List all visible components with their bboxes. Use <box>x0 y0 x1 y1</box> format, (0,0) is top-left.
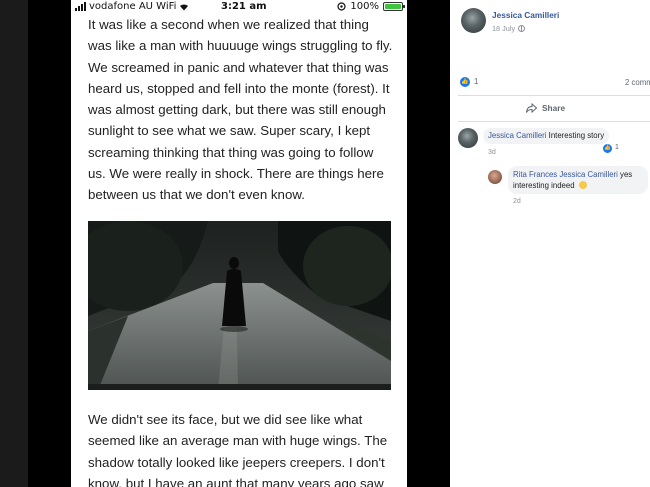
comment-author-link[interactable]: Jessica Camilleri <box>488 131 547 140</box>
comment-text: Interesting story <box>548 131 605 140</box>
mention-link[interactable]: Jessica Camilleri <box>559 170 618 179</box>
viewer-left-edge <box>0 0 28 487</box>
post-date-label: 18 July <box>492 24 516 33</box>
avatar[interactable] <box>461 8 486 33</box>
comment-reaction-count[interactable]: 1 <box>615 144 619 151</box>
comment-bubble: Jessica Camilleri Interesting story <box>483 128 610 144</box>
emoji-icon <box>578 181 587 189</box>
story-paragraph: It was like a second when we realized th… <box>88 17 393 203</box>
status-time: 3:21 am <box>221 1 267 12</box>
story-photo <box>88 221 391 390</box>
share-icon <box>526 103 537 113</box>
story-paragraph: We didn't see its face, but we did see l… <box>88 412 388 487</box>
avatar[interactable] <box>488 170 502 184</box>
post-date[interactable]: 18 July <box>492 24 526 33</box>
globe-icon <box>518 25 526 32</box>
battery-icon <box>383 2 405 11</box>
comment-bubble: Rita Frances Jessica Camilleri yes inter… <box>508 166 648 194</box>
comment-time[interactable]: 3d <box>488 149 496 156</box>
share-label: Share <box>542 103 566 113</box>
battery-percent: 100% <box>350 1 379 12</box>
screen: vodafone AU WiFi 3:21 am 100% It was lik… <box>0 0 650 487</box>
reaction-count[interactable]: 1 <box>474 77 478 86</box>
share-button[interactable]: Share <box>526 101 565 115</box>
like-icon: 👍 <box>603 144 612 153</box>
comment-author-link[interactable]: Rita Frances <box>513 170 557 179</box>
avatar[interactable] <box>458 128 478 148</box>
comment-time[interactable]: 2d <box>513 198 521 205</box>
divider <box>458 121 650 122</box>
comment-count[interactable]: 2 comm <box>625 78 650 87</box>
post-sidebar: Jessica Camilleri 18 July 👍 1 2 comm Sha… <box>450 0 650 487</box>
photo-viewer: vodafone AU WiFi 3:21 am 100% It was lik… <box>0 0 450 487</box>
post-author-link[interactable]: Jessica Camilleri <box>492 10 559 20</box>
divider <box>458 95 650 96</box>
phone-screenshot: vodafone AU WiFi 3:21 am 100% It was lik… <box>71 0 407 487</box>
status-bar: vodafone AU WiFi 3:21 am 100% <box>71 0 407 14</box>
wifi-icon <box>180 3 189 11</box>
like-icon: 👍 <box>460 77 470 87</box>
signal-icon <box>75 2 86 11</box>
location-icon <box>337 2 347 11</box>
carrier-label: vodafone AU WiFi <box>89 1 177 12</box>
